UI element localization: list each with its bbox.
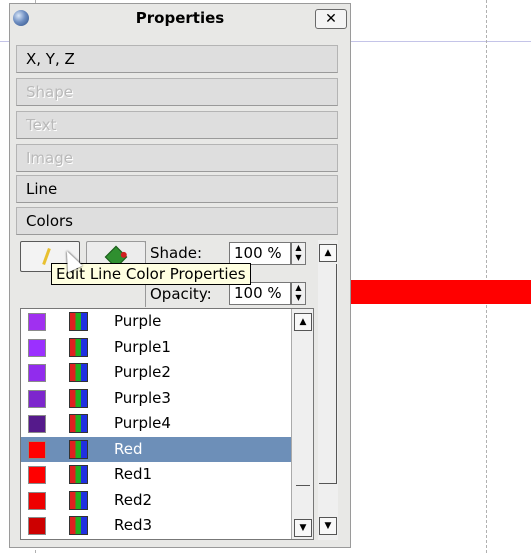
color-swatch [28, 517, 46, 535]
color-swatch [28, 491, 46, 510]
panel-scroll-up-icon[interactable]: ▲ [319, 244, 337, 262]
rgb-color-icon [69, 414, 88, 433]
color-name: Red1 [114, 465, 153, 483]
rgb-color-icon [69, 490, 88, 510]
color-name: Red3 [114, 516, 153, 534]
rgb-color-icon [69, 363, 88, 382]
color-list-item[interactable]: Red1 [21, 462, 291, 487]
color-name: Purple [114, 312, 162, 330]
rgb-color-icon [69, 465, 88, 484]
color-list-item[interactable]: Purple3 [21, 386, 291, 411]
section-text: Text [16, 111, 338, 139]
color-list-item[interactable]: Red2 [21, 488, 291, 513]
panel-scrollbar[interactable]: ▲ ▼ [318, 240, 338, 540]
section-xyz-label: X, Y, Z [26, 50, 75, 68]
color-swatch [28, 466, 46, 484]
scroll-down-arrow-icon[interactable]: ▼ [294, 519, 312, 537]
section-shape-label: Shape [26, 83, 73, 101]
opacity-label: Opacity: [150, 285, 212, 303]
panel-scroll-down-icon[interactable]: ▼ [319, 517, 337, 535]
rgb-color-icon [69, 337, 88, 357]
section-colors[interactable]: Colors [16, 207, 338, 235]
scroll-up-arrow-icon[interactable]: ▲ [294, 313, 312, 331]
spin-up-icon[interactable]: ▲ [292, 283, 305, 293]
section-line-label: Line [26, 180, 58, 198]
opacity-input[interactable]: 100 % [229, 282, 291, 305]
section-xyz[interactable]: X, Y, Z [16, 45, 338, 73]
color-swatch [28, 364, 46, 382]
color-swatch [28, 389, 46, 408]
close-button[interactable]: ✕ [315, 9, 347, 29]
rgb-color-icon [69, 516, 88, 535]
color-name: Purple4 [114, 414, 171, 432]
color-list-item[interactable]: Purple [21, 309, 291, 334]
pencil-icon [42, 247, 51, 266]
color-swatch [28, 415, 46, 433]
shade-spinner[interactable]: ▲ ▼ [291, 242, 306, 265]
canvas-guide-vertical [486, 0, 488, 553]
rgb-color-icon [69, 439, 88, 459]
section-text-label: Text [26, 116, 57, 134]
color-list-item[interactable]: Purple4 [21, 411, 291, 436]
color-list-scrollbar[interactable]: ▲ ▼ [291, 309, 313, 539]
color-name: Red2 [114, 490, 153, 509]
spin-down-icon[interactable]: ▼ [292, 293, 305, 303]
color-name: Purple2 [114, 363, 171, 381]
color-list-item[interactable]: Red3 [21, 513, 291, 538]
opacity-spinner[interactable]: ▲ ▼ [291, 282, 306, 305]
color-name: Purple3 [114, 388, 171, 407]
window-title: Properties [135, 9, 225, 27]
color-list-item[interactable]: Purple1 [21, 335, 291, 360]
rgb-color-icon [69, 388, 88, 408]
color-list-item[interactable]: Purple2 [21, 360, 291, 385]
color-name: Purple1 [114, 337, 171, 356]
section-line[interactable]: Line [16, 175, 338, 203]
color-swatch [28, 313, 46, 331]
spin-down-icon[interactable]: ▼ [292, 253, 305, 263]
spin-up-icon[interactable]: ▲ [292, 243, 305, 253]
color-swatch [28, 338, 46, 357]
section-colors-label: Colors [26, 212, 73, 230]
canvas-red-line-shape[interactable] [350, 280, 531, 304]
shade-input[interactable]: 100 % [229, 242, 291, 265]
section-shape: Shape [16, 78, 338, 106]
section-image: Image [16, 144, 338, 172]
rgb-color-icon [69, 312, 88, 331]
panel-scroll-thumb[interactable] [319, 264, 337, 484]
color-name: Red [114, 439, 143, 458]
section-image-label: Image [26, 149, 73, 167]
shade-label: Shade: [150, 244, 203, 262]
color-swatch [28, 440, 46, 459]
titlebar[interactable]: Properties ✕ [10, 4, 350, 34]
color-list[interactable]: Purple Purple1 Purple2 Purple3 Purple4 Red Red… [20, 308, 314, 540]
color-list-item[interactable]: Red [21, 436, 291, 462]
scroll-thumb[interactable] [296, 479, 310, 486]
